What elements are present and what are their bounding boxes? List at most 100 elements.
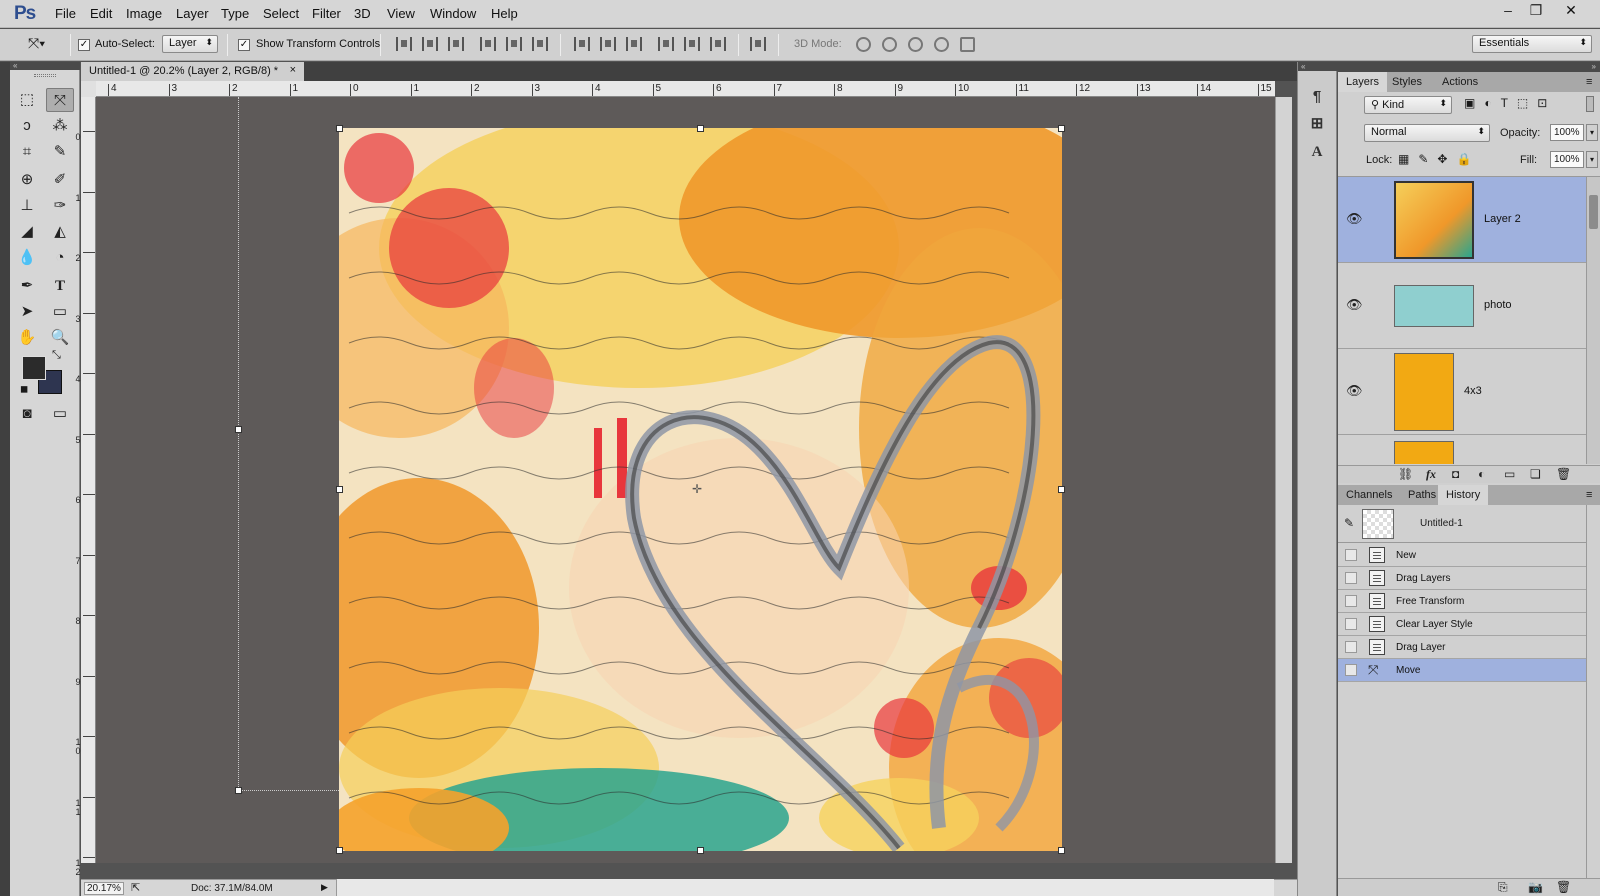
layer-name[interactable]: Layer 2: [1484, 213, 1521, 225]
type-tool-icon[interactable]: T: [46, 274, 74, 298]
transform-handle[interactable]: [697, 125, 704, 132]
layer-filter-dropdown[interactable]: ⚲ Kind ⬍: [1364, 96, 1452, 114]
history-brush-checkbox[interactable]: [1345, 641, 1357, 653]
layer-row-4x3[interactable]: 👁 4x3: [1338, 349, 1586, 435]
tab-actions[interactable]: Actions: [1434, 72, 1486, 92]
auto-align-icon[interactable]: [750, 37, 766, 51]
menu-type[interactable]: Type: [221, 6, 249, 21]
reference-point-icon[interactable]: ✛: [692, 482, 702, 496]
panel-grip[interactable]: [34, 74, 56, 77]
close-button[interactable]: ✕: [1557, 2, 1585, 19]
panel-menu-icon[interactable]: ≡: [1578, 485, 1600, 505]
restore-button[interactable]: ❐: [1522, 2, 1550, 19]
distribute-left-icon[interactable]: [658, 37, 674, 51]
screen-mode-icon[interactable]: ▭: [46, 402, 74, 426]
history-brush-checkbox[interactable]: [1345, 572, 1357, 584]
3d-scale-icon[interactable]: [960, 37, 975, 52]
move-tool-icon[interactable]: ⤧: [46, 88, 74, 112]
layers-scrollbar[interactable]: [1586, 177, 1600, 464]
quick-mask-icon[interactable]: ◙: [13, 402, 41, 426]
menu-help[interactable]: Help: [491, 6, 518, 21]
history-state-new[interactable]: New: [1338, 544, 1586, 567]
align-bottom-icon[interactable]: [448, 37, 464, 51]
align-vcenter-icon[interactable]: [422, 37, 438, 51]
3d-pan-icon[interactable]: [908, 37, 923, 52]
character-panel-icon[interactable]: A: [1307, 144, 1327, 164]
hand-tool-icon[interactable]: ✋: [13, 326, 41, 350]
3d-roll-icon[interactable]: [882, 37, 897, 52]
link-layers-icon[interactable]: ⛓: [1398, 467, 1413, 481]
layer-row-layer-2[interactable]: 👁 Layer 2: [1338, 177, 1586, 263]
delete-layer-icon[interactable]: 🗑: [1556, 467, 1571, 481]
workspace-dropdown[interactable]: Essentials ⬍: [1472, 35, 1592, 53]
history-brush-tool-icon[interactable]: ✑: [46, 194, 74, 218]
distribute-right-icon[interactable]: [710, 37, 726, 51]
blur-tool-icon[interactable]: 💧: [13, 246, 41, 270]
menu-file[interactable]: File: [55, 6, 76, 21]
dodge-tool-icon[interactable]: ◔: [46, 246, 74, 270]
history-state-drag-layers[interactable]: Drag Layers: [1338, 567, 1586, 590]
align-right-icon[interactable]: [532, 37, 548, 51]
minimize-button[interactable]: –: [1494, 2, 1522, 19]
fill-field[interactable]: 100%: [1550, 151, 1584, 168]
distribute-bottom-icon[interactable]: [626, 37, 642, 51]
new-layer-icon[interactable]: ❏: [1530, 467, 1541, 481]
show-transform-checkbox[interactable]: ✓: [238, 39, 250, 51]
transform-handle[interactable]: [235, 787, 242, 794]
menu-filter[interactable]: Filter: [312, 6, 341, 21]
history-snapshot-row[interactable]: ✎ Untitled-1: [1338, 505, 1586, 543]
layer-row-partial[interactable]: [1338, 435, 1586, 464]
rectangle-tool-icon[interactable]: ▭: [46, 300, 74, 324]
fill-arrow-icon[interactable]: ▾: [1586, 151, 1598, 168]
history-brush-source-icon[interactable]: ✎: [1344, 516, 1354, 530]
panel-collapse-icon[interactable]: «: [10, 62, 80, 70]
vertical-scrollbar[interactable]: [1275, 97, 1292, 863]
transform-handle[interactable]: [336, 486, 343, 493]
layer-style-icon[interactable]: fx: [1426, 467, 1436, 482]
close-tab-icon[interactable]: ×: [290, 64, 296, 76]
layer-filter-icons[interactable]: ▣◐T⬚⊡: [1464, 96, 1556, 110]
blend-mode-dropdown[interactable]: Normal ⬍: [1364, 124, 1490, 142]
history-state-move[interactable]: ⤧ Move: [1338, 659, 1586, 682]
tab-styles[interactable]: Styles: [1384, 72, 1430, 92]
auto-select-checkbox[interactable]: ✓: [78, 39, 90, 51]
lock-icons[interactable]: ▦✎✥🔒: [1398, 152, 1480, 166]
quick-select-tool-icon[interactable]: ⁂: [46, 114, 74, 138]
panel-menu-icon[interactable]: ≡: [1578, 72, 1600, 92]
menu-layer[interactable]: Layer: [176, 6, 209, 21]
transform-handle[interactable]: [1058, 486, 1065, 493]
menu-window[interactable]: Window: [430, 6, 476, 21]
ruler-origin[interactable]: [81, 81, 96, 97]
tab-history[interactable]: History: [1438, 485, 1489, 505]
align-top-icon[interactable]: [396, 37, 412, 51]
history-state-free-transform[interactable]: Free Transform: [1338, 590, 1586, 613]
transform-handle[interactable]: [1058, 125, 1065, 132]
eyedropper-tool-icon[interactable]: ✎: [46, 140, 74, 164]
auto-select-target-dropdown[interactable]: Layer ⬍: [162, 35, 218, 53]
status-menu-arrow-icon[interactable]: ▶: [321, 882, 328, 893]
tab-channels[interactable]: Channels: [1338, 485, 1400, 505]
opacity-field[interactable]: 100%: [1550, 124, 1584, 141]
history-brush-checkbox[interactable]: [1345, 664, 1357, 676]
3d-rotate-icon[interactable]: [856, 37, 871, 52]
tab-layers[interactable]: Layers: [1338, 72, 1388, 92]
path-select-tool-icon[interactable]: ➤: [13, 300, 41, 324]
move-tool-preset-icon[interactable]: ⤧▾: [28, 35, 45, 52]
menu-edit[interactable]: Edit: [90, 6, 112, 21]
history-brush-checkbox[interactable]: [1345, 618, 1357, 630]
transform-handle[interactable]: [336, 847, 343, 854]
distribute-vcenter-icon[interactable]: [600, 37, 616, 51]
paragraph-panel-icon[interactable]: ¶: [1307, 88, 1327, 108]
transform-handle[interactable]: [235, 426, 242, 433]
eraser-tool-icon[interactable]: ◢: [13, 220, 41, 244]
history-state-clear-layer-style[interactable]: Clear Layer Style: [1338, 613, 1586, 636]
menu-image[interactable]: Image: [126, 6, 162, 21]
character-styles-icon[interactable]: ⊞: [1307, 114, 1327, 134]
layers-scroll-thumb[interactable]: [1589, 195, 1598, 229]
new-document-from-state-icon[interactable]: ⎘: [1498, 880, 1508, 895]
new-group-icon[interactable]: ▭: [1504, 467, 1515, 481]
collapse-strip-icon[interactable]: «: [1298, 62, 1338, 71]
transform-handle[interactable]: [336, 125, 343, 132]
opacity-arrow-icon[interactable]: ▾: [1586, 124, 1598, 141]
horizontal-scrollbar[interactable]: [336, 879, 1274, 896]
